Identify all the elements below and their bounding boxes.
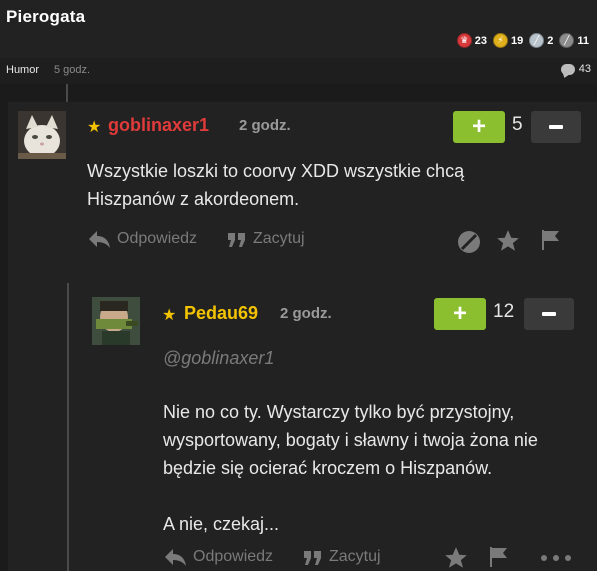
- reply-label: Odpowiedz: [117, 230, 198, 247]
- gold-medal-icon: ⚡: [492, 33, 508, 48]
- reply-label: Odpowiedz: [193, 548, 274, 565]
- comment-body: Nie no co ty. Wystarczy tylko być przyst…: [163, 398, 593, 538]
- favorite-star-icon[interactable]: [443, 545, 469, 571]
- comment-score: 12: [493, 301, 515, 322]
- comment-line: Wszystkie loszki to coorvy XDD wszystkie…: [87, 161, 465, 181]
- quote-label: Zacytuj: [329, 548, 381, 565]
- badge-grey[interactable]: ╱ 11: [559, 33, 589, 48]
- mention-link[interactable]: @goblinaxer1: [163, 348, 274, 369]
- favorite-star-icon[interactable]: [495, 228, 521, 254]
- comment-score: 5: [512, 114, 523, 135]
- comment-body: Wszystkie loszki to coorvy XDD wszystkie…: [87, 157, 567, 213]
- reply-icon: [165, 549, 186, 566]
- post-time: 5 godz.: [54, 64, 91, 76]
- post-meta-bar: Humor 5 godz. 43: [0, 58, 597, 84]
- minus-icon: [549, 125, 563, 129]
- badge-count: 19: [510, 34, 524, 47]
- badge-list: ♛ 23 ⚡ 19 ╱ 2 ╱ 11: [453, 33, 589, 48]
- grey-medal-icon: ╱: [559, 33, 575, 48]
- reply-button[interactable]: Odpowiedz: [87, 229, 197, 249]
- comment-line: wysportowany, bogaty i sławny i twoja żo…: [163, 430, 538, 450]
- category-link[interactable]: Humor: [6, 64, 39, 76]
- reply-icon: [89, 231, 110, 248]
- upvote-button[interactable]: +: [434, 298, 486, 330]
- badge-count: 2: [547, 34, 554, 47]
- badge-silver[interactable]: ╱ 2: [529, 33, 553, 48]
- username[interactable]: goblinaxer1: [108, 115, 209, 136]
- quote-label: Zacytuj: [253, 230, 305, 247]
- comment-line: Hiszpanów z akordeonem.: [87, 189, 300, 209]
- downvote-button[interactable]: [531, 111, 581, 143]
- avatar[interactable]: [92, 297, 140, 345]
- quote-button[interactable]: Zacytuj: [303, 547, 381, 567]
- comment-time: 2 godz.: [239, 117, 291, 134]
- red-medal-icon: ♛: [456, 33, 472, 48]
- avatar[interactable]: [18, 111, 66, 159]
- comment-count[interactable]: 43: [560, 63, 591, 75]
- top-bar: Pierogata ♛ 23 ⚡ 19 ╱ 2 ╱ 11: [0, 0, 597, 58]
- star-icon: ★: [162, 305, 177, 324]
- more-options-icon[interactable]: [540, 553, 572, 563]
- silver-medal-icon: ╱: [529, 33, 545, 48]
- reply-button[interactable]: Odpowiedz: [163, 547, 273, 567]
- comment-line: [163, 482, 593, 510]
- thread-line: [67, 283, 69, 571]
- comment-count-value: 43: [578, 63, 591, 75]
- comment-line: będzie się ocierać kroczem o Hiszpanów.: [163, 458, 493, 478]
- star-icon: ★: [87, 117, 102, 136]
- quote-icon: [228, 233, 245, 247]
- comment-line: Nie no co ty. Wystarczy tylko być przyst…: [163, 402, 515, 422]
- quote-button[interactable]: Zacytuj: [227, 229, 305, 249]
- report-flag-icon[interactable]: [541, 229, 561, 251]
- site-title[interactable]: Pierogata: [6, 7, 85, 27]
- minus-icon: [542, 312, 556, 316]
- ban-icon[interactable]: [456, 229, 482, 255]
- username[interactable]: Pedau69: [184, 303, 258, 324]
- report-flag-icon[interactable]: [489, 546, 509, 568]
- badge-gold[interactable]: ⚡ 19: [492, 33, 524, 48]
- downvote-button[interactable]: [524, 298, 574, 330]
- quote-icon: [304, 551, 321, 565]
- comment-bubble-icon: [560, 63, 575, 75]
- badge-count: 23: [474, 34, 487, 47]
- thread-line: [66, 84, 68, 102]
- comment-time: 2 godz.: [280, 305, 332, 322]
- badge-red[interactable]: ♛ 23: [456, 33, 487, 48]
- upvote-button[interactable]: +: [453, 111, 505, 143]
- comment-line: A nie, czekaj...: [163, 514, 280, 534]
- badge-count: 11: [577, 34, 589, 47]
